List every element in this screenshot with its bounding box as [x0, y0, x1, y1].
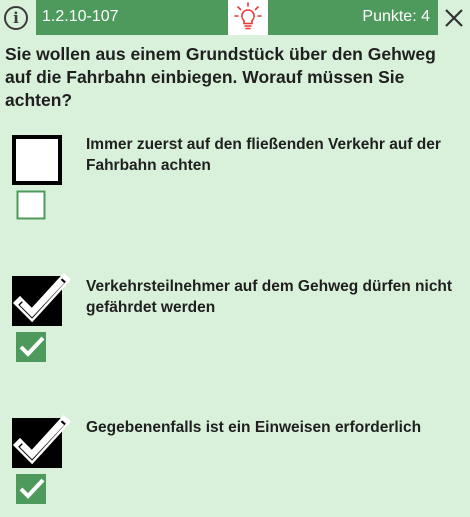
close-button[interactable]	[438, 0, 470, 35]
info-icon-glyph: i	[13, 8, 19, 27]
lightbulb-icon	[234, 2, 262, 30]
answer-text-2[interactable]: Verkehrsteilnehmer auf dem Gehweg dürfen…	[86, 276, 456, 318]
question-text: Sie wollen aus einem Grundstück über den…	[5, 44, 436, 110]
question-id: 1.2.10-107	[42, 8, 119, 25]
answer-text-3[interactable]: Gegebenenfalls ist ein Einweisen erforde…	[86, 417, 456, 438]
answer-checkbox-1[interactable]	[12, 135, 62, 185]
answer-checkbox-2[interactable]	[12, 272, 72, 326]
close-icon	[445, 8, 463, 27]
solution-checkbox-1	[16, 190, 46, 220]
answer-checkbox-3[interactable]	[12, 414, 72, 468]
info-icon[interactable]: i	[4, 6, 28, 30]
solution-checkbox-3	[16, 474, 46, 504]
hint-button[interactable]	[228, 0, 268, 35]
solution-checkbox-2	[16, 332, 46, 362]
points-label: Punkte: 4	[362, 8, 430, 25]
top-bar: i 1.2.10-107 Punkte: 4	[0, 0, 470, 35]
answer-text-1[interactable]: Immer zuerst auf den fließenden Verkehr …	[86, 134, 456, 176]
